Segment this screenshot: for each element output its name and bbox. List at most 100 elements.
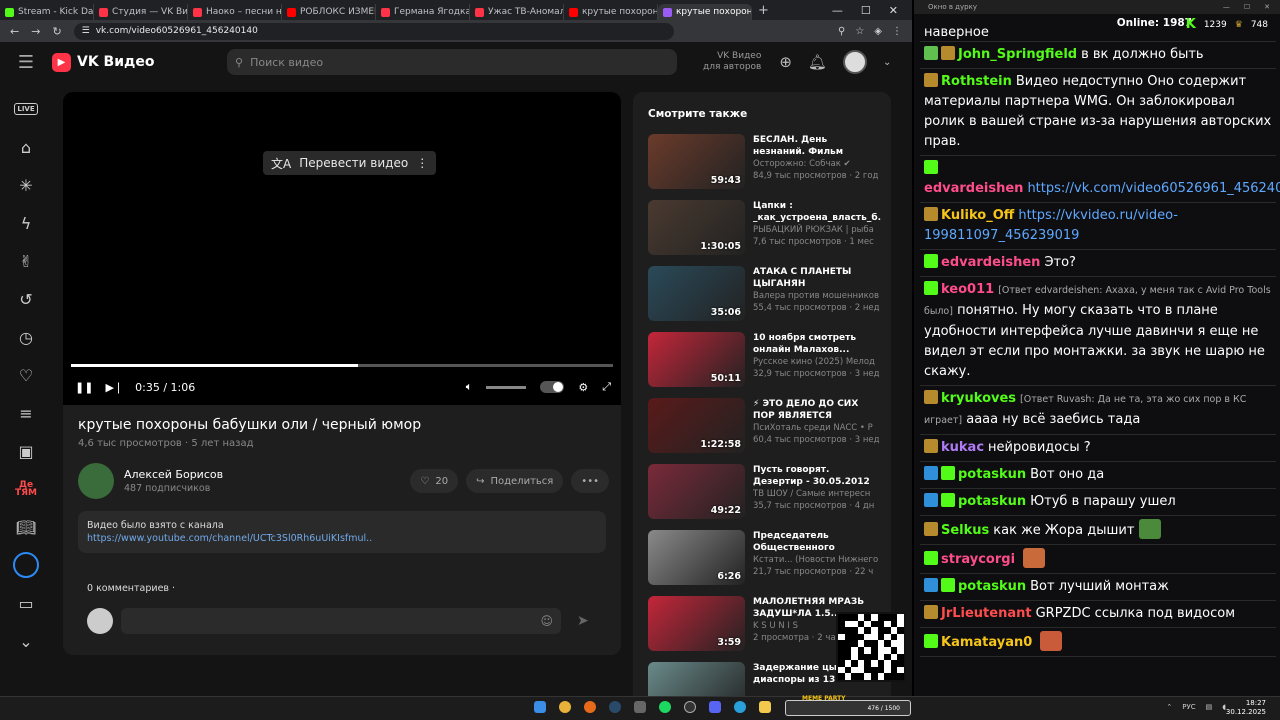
chat-link[interactable]: https://vk.com/video60526961_456240140 [1027, 181, 1280, 196]
chat-username[interactable]: straycorgi [941, 552, 1015, 567]
rec-title[interactable]: Пусть говорят. Дезертир - 30.05.2012 [753, 464, 881, 488]
search-icon[interactable]: ⚲ [838, 26, 845, 37]
browser-tab[interactable]: Студия — VK Видео✕ [94, 4, 188, 20]
volume-icon[interactable]: 🔈︎ [466, 380, 473, 394]
browser-tab[interactable]: Наоко – песни на украинском✕ [188, 4, 282, 20]
chat-username[interactable]: potaskun [958, 494, 1026, 509]
start-icon[interactable] [534, 701, 546, 713]
rec-channel[interactable]: Осторожно: Собчак ✔ [753, 158, 881, 170]
share-button[interactable]: ↪ Поделиться [466, 469, 564, 493]
progress-bar[interactable] [71, 364, 613, 367]
rec-item[interactable]: 1:30:05 Цапки : _как_устроена_власть_б...… [648, 200, 888, 266]
autoplay-toggle[interactable] [540, 381, 565, 393]
search-input[interactable]: ⚲ Поиск видео [227, 49, 677, 75]
close-icon[interactable]: ✕ [889, 4, 898, 17]
rec-item[interactable]: 49:22 Пусть говорят. Дезертир - 30.05.201… [648, 464, 888, 530]
bell-icon[interactable]: 🔔︎ [808, 53, 827, 71]
close-icon[interactable]: ✕ [1264, 3, 1270, 11]
channel-block[interactable]: Алексей Борисов 487 подписчиков [78, 463, 223, 499]
chat-username[interactable]: edvardeishen [941, 255, 1040, 270]
hamburger-icon[interactable]: ☰ [0, 52, 52, 73]
settings-icon[interactable] [634, 701, 646, 713]
rec-thumbnail[interactable]: 1:30:05 [648, 200, 745, 255]
book-icon[interactable]: 📖︎ [0, 508, 52, 546]
obs-icon[interactable] [684, 701, 696, 713]
rec-item[interactable]: 50:11 10 ноября смотреть онлайн Малахов..… [648, 332, 888, 398]
like-button[interactable]: ♡ 20 [410, 469, 459, 493]
steam-icon[interactable] [609, 701, 621, 713]
rec-channel[interactable]: РЫБАЦКИЙ РЮКЗАК | рыба [753, 224, 881, 236]
heart-icon[interactable]: ♡ [0, 356, 52, 394]
chat-username[interactable]: Kuliko_Off [941, 208, 1014, 223]
rec-thumbnail[interactable]: 3:59 [648, 596, 745, 651]
bookmark-icon[interactable]: ☆ [855, 26, 864, 37]
settings-icon[interactable]: ⚙ [578, 381, 588, 394]
browser-tab[interactable]: Ужас ТВ-Аномалия✕ [470, 4, 564, 20]
chat-username[interactable]: potaskun [958, 579, 1026, 594]
chat-username[interactable]: potaskun [958, 467, 1026, 482]
rec-title[interactable]: 10 ноября смотреть онлайн Малахов... [753, 332, 881, 356]
send-icon[interactable]: ➤ [577, 613, 589, 629]
maximize-icon[interactable]: ☐ [1244, 3, 1250, 11]
chat-username[interactable]: John_Springfield [958, 47, 1077, 62]
emoji-icon[interactable]: ☺ [540, 614, 553, 628]
rec-item[interactable]: 35:06 АТАКА С ПЛАНЕТЫ ЦЫГАНЯН Валера проти… [648, 266, 888, 332]
rec-thumbnail[interactable]: 35:06 [648, 266, 745, 321]
browser-tab[interactable]: РОБЛОКС ИЗМЕНИЛ✕ [282, 4, 376, 20]
telegram-icon[interactable] [734, 701, 746, 713]
rec-channel[interactable]: ПсиХоталь среди NACC • Р [753, 422, 881, 434]
rec-thumbnail[interactable]: 49:22 [648, 464, 745, 519]
subscriptions-icon[interactable]: ▣ [0, 432, 52, 470]
new-tab-button[interactable]: + [752, 3, 775, 18]
chat-username[interactable]: Rothstein [941, 74, 1012, 89]
maximize-icon[interactable]: ☐ [861, 4, 871, 17]
browser-tab[interactable]: крутые похороны баб✕ [564, 4, 658, 20]
reload-icon[interactable]: ↻ [52, 25, 61, 38]
discover-icon[interactable]: ✳ [0, 166, 52, 204]
rec-title[interactable]: АТАКА С ПЛАНЕТЫ ЦЫГАНЯН [753, 266, 881, 290]
chrome-icon[interactable] [559, 701, 571, 713]
rec-thumbnail[interactable]: 6:26 [648, 530, 745, 585]
volume-slider[interactable] [486, 385, 527, 389]
for-authors-link[interactable]: VK Видео для авторов [703, 51, 761, 73]
more-icon[interactable]: ⋮ [416, 156, 428, 170]
rec-channel[interactable]: ТВ ШОУ / Самые интересн [753, 488, 881, 500]
rec-item[interactable]: 59:43 БЕСЛАН. День незнаний. Фильм Ксении… [648, 134, 888, 200]
chat-username[interactable]: kukac [941, 440, 984, 455]
upload-icon[interactable]: ⊕ [779, 53, 792, 71]
back-icon[interactable]: ← [10, 25, 19, 38]
rec-thumbnail[interactable] [648, 662, 745, 696]
fullscreen-icon[interactable]: ⤢ [602, 380, 611, 394]
history-icon[interactable]: ↺ [0, 280, 52, 318]
my-videos-icon[interactable] [0, 546, 52, 584]
chat-username[interactable]: kryukoves [941, 391, 1016, 406]
rec-title[interactable]: ⚡ ЭТО ДЕЛО ДО СИХ ПОР ЯВЛЯЕТСЯ СИМВОЛОМ.… [753, 398, 881, 422]
rec-thumbnail[interactable]: 1:22:58 [648, 398, 745, 453]
url-field[interactable]: ☰ vk.com/video60526961_456240140 [73, 22, 674, 40]
chat-username[interactable]: edvardeishen [924, 181, 1023, 196]
rec-channel[interactable]: Валера против мошенников [753, 290, 881, 302]
chat-username[interactable]: Kamatayan0 [941, 635, 1032, 650]
files-icon[interactable] [759, 701, 771, 713]
rec-title[interactable]: Цапки : _как_устроена_власть_б... [753, 200, 881, 224]
clips-icon[interactable]: ϟ [0, 204, 52, 242]
rec-channel[interactable]: Кстати... (Новости Нижнего [753, 554, 881, 566]
playlist-add-icon[interactable]: ≡ [0, 394, 52, 432]
forward-icon[interactable]: → [31, 25, 40, 38]
spotify-icon[interactable] [659, 701, 671, 713]
translate-button[interactable]: 文A Перевести видео ⋮ [263, 151, 437, 175]
browser-tab[interactable]: Stream - Kick Dashboard✕ [0, 4, 94, 20]
hand-icon[interactable]: ✌ [0, 242, 52, 280]
browser-tab[interactable]: крутые похороны✕ [658, 4, 752, 20]
network-icon[interactable]: ▤ [1206, 703, 1213, 711]
rec-thumbnail[interactable]: 59:43 [648, 134, 745, 189]
chat-username[interactable]: keo011 [941, 282, 994, 297]
watch-later-icon[interactable]: ◷ [0, 318, 52, 356]
chat-username[interactable]: JrLieutenant [941, 606, 1032, 621]
channel-name[interactable]: Алексей Борисов [124, 468, 223, 481]
menu-icon[interactable]: ⋮ [892, 26, 902, 37]
browser-tab[interactable]: Германа Ягодка — ДОЗ✕ [376, 4, 470, 20]
more-actions-button[interactable]: ••• [571, 469, 609, 493]
video-player[interactable]: 文A Перевести видео ⋮ ❚❚ ▶❘ 0:35 / 1:06 🔈… [63, 92, 621, 405]
minimize-icon[interactable]: — [832, 4, 843, 17]
